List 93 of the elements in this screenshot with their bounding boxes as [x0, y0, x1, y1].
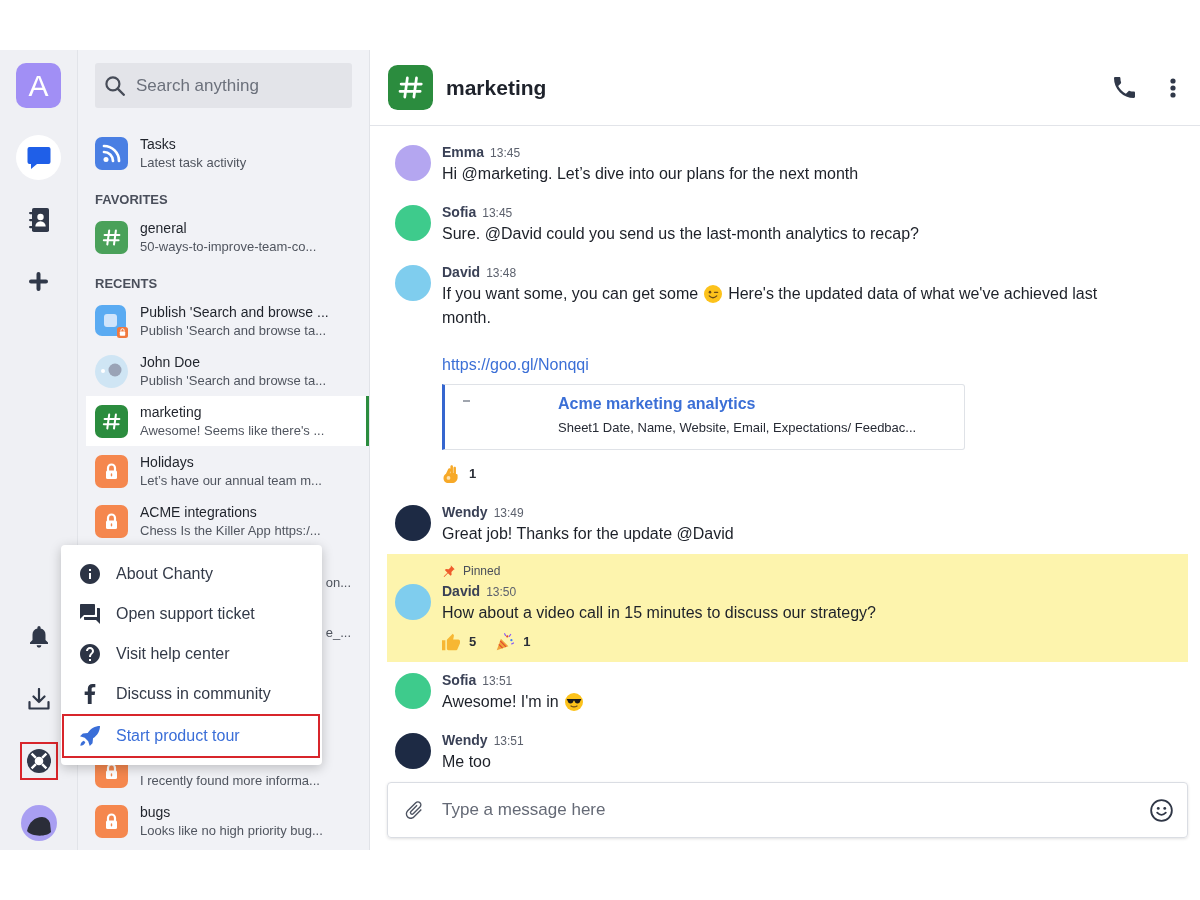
channel-name: Tasks	[140, 135, 177, 154]
message-preview: Let’s have our annual team m...	[140, 472, 322, 490]
phone-icon[interactable]	[1114, 77, 1135, 98]
channel-item[interactable]: Holidays Let’s have our annual team m...	[86, 446, 369, 496]
help-button[interactable]	[19, 741, 58, 780]
message-time: 13:49	[493, 505, 524, 522]
search-field[interactable]: Search anything	[95, 63, 352, 108]
message-time: 13:45	[482, 205, 513, 222]
dash-icon	[463, 400, 470, 402]
message-text: Great job! Thanks for the update @David	[442, 524, 734, 544]
message-text: Awesome! I'm in	[442, 692, 559, 712]
ok-hand-icon	[442, 465, 460, 483]
menu-item[interactable]: Open support ticket	[61, 594, 322, 634]
message-time: 13:51	[493, 733, 524, 750]
channel-title: marketing	[446, 74, 547, 101]
channel-item[interactable]: Publish 'Search and browse ... Publish 'Search and browse ta...	[86, 296, 369, 346]
rocket-icon	[80, 726, 100, 746]
channel-name: Holidays	[140, 453, 195, 472]
link[interactable]: https://goo.gl/Nonqqi	[442, 353, 589, 377]
preview-description: Sheet1 Date, Name, Website, Email, Expectations/ Feedbac...	[558, 419, 917, 437]
message-time: 13:50	[486, 584, 517, 601]
author-name: Emma	[442, 143, 485, 162]
channel-name: ACME integrations	[140, 503, 258, 522]
avatar	[20, 804, 57, 841]
plus-icon	[29, 272, 48, 291]
party-popper-icon	[496, 633, 515, 651]
channel-item[interactable]: John Doe Publish 'Search and browse ta...	[86, 346, 369, 396]
menu-item[interactable]: Discuss in community	[61, 674, 322, 714]
winking-face-icon	[704, 285, 723, 303]
message-text: Hi @marketing. Let’s dive into our plans for the next month	[442, 164, 859, 184]
message-time: 13:45	[490, 145, 521, 162]
more-options-icon[interactable]	[1170, 77, 1176, 98]
chat-bubble-icon	[26, 146, 51, 169]
menu-item[interactable]: About Chanty	[61, 554, 322, 594]
channel-name: general	[140, 219, 188, 238]
author-name: Sofia	[442, 671, 477, 690]
bell-icon	[29, 625, 48, 648]
reaction-button[interactable]: 5	[442, 632, 477, 652]
section-heading: RECENTS	[95, 275, 158, 293]
message-time: 13:48	[486, 265, 517, 282]
info-icon	[80, 564, 100, 584]
channel-item[interactable]: general 50-ways-to-improve-team-co...	[86, 212, 369, 262]
help-icon	[80, 644, 100, 664]
message-preview: Awesome! Seems like there's ...	[140, 422, 325, 440]
contact-book-icon	[28, 207, 49, 232]
pinned-label: Pinned	[463, 563, 501, 580]
channel-name: John Doe	[140, 353, 201, 372]
menu-item[interactable]: Visit help center	[61, 634, 322, 674]
search-input[interactable]: Search anything	[136, 70, 342, 101]
menu-item[interactable]: Start product tour	[62, 714, 320, 758]
message-text: Here's the updated data of what we've achieved last	[728, 284, 1098, 304]
message-preview: 50-ways-to-improve-team-co...	[140, 238, 317, 256]
search-icon	[105, 75, 125, 96]
message-preview: Looks like no high priority bug...	[140, 822, 323, 840]
lifebuoy-icon	[26, 748, 51, 773]
message-preview: e_...	[325, 624, 351, 642]
message-field[interactable]: Type a message here	[387, 782, 1188, 838]
message-input[interactable]: Type a message here	[442, 795, 1133, 825]
message-preview: Publish 'Search and browse ta...	[140, 322, 328, 340]
channel-name: Publish 'Search and browse ...	[140, 303, 329, 322]
sunglasses-face-icon	[564, 693, 583, 711]
preview-title[interactable]: Acme marketing analytics	[558, 393, 756, 415]
channel-item[interactable]: bugs Looks like no high priority bug...	[86, 796, 369, 846]
message-preview: on...	[325, 574, 351, 592]
emoji-icon[interactable]	[1150, 798, 1173, 822]
thumbs-up-icon	[442, 633, 460, 651]
channel-item[interactable]: Tasks Latest task activity	[86, 128, 369, 178]
reaction-button[interactable]: 1	[496, 632, 531, 652]
author-name: David	[442, 263, 481, 282]
channel-item[interactable]: ACME integrations Chess Is the Killer App https:/...	[86, 496, 369, 546]
pin-icon	[442, 564, 455, 578]
channel-name: marketing	[140, 403, 203, 422]
author-name: Sofia	[442, 203, 477, 222]
message-text: If you want some, you can get some	[442, 284, 699, 304]
message-text: Me too	[442, 752, 491, 772]
channel-name: bugs	[140, 803, 172, 822]
author-name: Wendy	[442, 731, 488, 750]
section-heading: FAVORITES	[95, 191, 168, 209]
message-time: 13:51	[482, 673, 513, 690]
message-text: month.	[442, 308, 491, 328]
author-name: Wendy	[442, 503, 488, 522]
message-preview: Publish 'Search and browse ta...	[140, 372, 327, 390]
message-preview: Chess Is the Killer App https:/...	[140, 522, 321, 540]
author-name: David	[442, 582, 481, 601]
download-icon	[27, 687, 50, 710]
chat-bubbles-icon	[80, 604, 100, 624]
message-preview: I recently found more informa...	[140, 772, 320, 790]
message-text: Sure. @David could you send us the last-month analytics to recap?	[442, 224, 919, 244]
chats-button[interactable]	[16, 135, 61, 180]
reaction-button[interactable]: 1	[442, 464, 477, 484]
message-preview: Latest task activity	[140, 154, 247, 172]
channel-item[interactable]: marketing Awesome! Seems like there's ...	[86, 396, 369, 446]
message-text: How about a video call in 15 minutes to discuss our strategy?	[442, 603, 876, 623]
